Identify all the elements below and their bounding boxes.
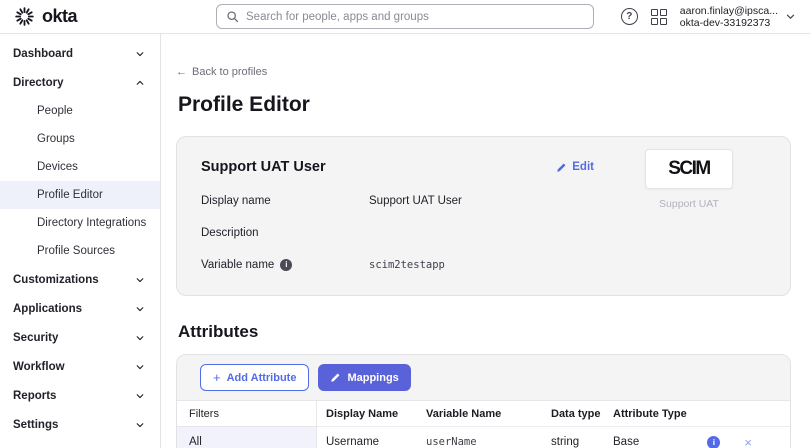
sidebar-item-dashboard[interactable]: Dashboard xyxy=(0,39,160,68)
attribute-info-icon[interactable]: i xyxy=(707,436,720,448)
scim-app-logo: SCIM xyxy=(645,149,733,189)
back-to-profiles-link[interactable]: ← Back to profiles xyxy=(176,66,267,78)
table-row: Username userName string Base i × xyxy=(317,427,790,448)
sidebar-item-reports[interactable]: Reports xyxy=(0,381,160,410)
profile-card: Support UAT User Edit Display name Suppo… xyxy=(176,136,791,296)
field-variable-name: Variable name i scim2testapp xyxy=(201,258,594,271)
sidebar-item-groups[interactable]: Groups xyxy=(0,125,160,153)
okta-wordmark: okta xyxy=(42,6,77,27)
filter-all[interactable]: All xyxy=(177,427,316,448)
sidebar-item-directory[interactable]: Directory xyxy=(0,68,160,97)
attributes-title: Attributes xyxy=(178,322,791,342)
field-value: scim2testapp xyxy=(369,259,445,271)
account-menu[interactable]: aaron.finlay@ipsca... okta-dev-33192373 xyxy=(680,5,796,29)
back-arrow-icon: ← xyxy=(176,66,187,78)
add-attribute-button[interactable]: + Add Attribute xyxy=(200,364,309,391)
cell-data-type: string xyxy=(551,436,613,448)
main-content: ← Back to profiles Profile Editor Suppor… xyxy=(161,34,810,448)
sidebar-item-settings[interactable]: Settings xyxy=(0,410,160,439)
sidebar-item-applications[interactable]: Applications xyxy=(0,294,160,323)
attributes-toolbar: + Add Attribute Mappings xyxy=(177,355,790,401)
chevron-up-icon xyxy=(135,78,145,88)
help-icon[interactable]: ? xyxy=(621,8,638,25)
account-email: aaron.finlay@ipsca... xyxy=(680,5,778,17)
chevron-down-icon xyxy=(135,391,145,401)
column-header-data-type: Data type xyxy=(551,408,613,420)
filters-column: Filters All Base Custom xyxy=(177,401,317,448)
search-bar[interactable] xyxy=(216,4,594,29)
sidebar-item-profile-editor[interactable]: Profile Editor xyxy=(0,181,160,209)
sidebar-item-profile-sources[interactable]: Profile Sources xyxy=(0,237,160,265)
sidebar-item-customizations[interactable]: Customizations xyxy=(0,265,160,294)
profile-name: Support UAT User xyxy=(201,159,326,175)
column-header-attribute-type: Attribute Type xyxy=(613,408,699,420)
search-input[interactable] xyxy=(246,11,584,23)
cell-attribute-type: Base xyxy=(613,436,699,448)
sidebar-item-security[interactable]: Security xyxy=(0,323,160,352)
sidebar-item-people[interactable]: People xyxy=(0,97,160,125)
column-header-variable-name: Variable Name xyxy=(426,408,551,420)
plus-icon: + xyxy=(213,371,221,384)
okta-logo[interactable]: okta xyxy=(14,6,77,27)
mappings-button[interactable]: Mappings xyxy=(318,364,410,391)
table-header-row: Display Name Variable Name Data type Att… xyxy=(317,401,790,427)
scim-logo-text: SCIM xyxy=(668,158,710,180)
filters-title: Filters xyxy=(177,401,316,427)
field-value: Support UAT User xyxy=(369,195,462,207)
edit-button[interactable]: Edit xyxy=(556,161,594,173)
chevron-down-icon xyxy=(785,11,796,22)
chevron-down-icon xyxy=(135,49,145,59)
mappings-icon xyxy=(330,372,341,383)
chevron-down-icon xyxy=(135,304,145,314)
sidebar: Dashboard Directory People Groups Device… xyxy=(0,34,161,448)
sidebar-item-directory-integrations[interactable]: Directory Integrations xyxy=(0,209,160,237)
search-icon xyxy=(226,10,239,23)
field-label: Display name xyxy=(201,195,369,207)
account-org: okta-dev-33192373 xyxy=(680,17,778,29)
field-label: Variable name xyxy=(201,259,274,271)
chevron-down-icon xyxy=(135,362,145,372)
topbar: okta ? aaron.finlay@ipsca... okta-dev-33… xyxy=(0,0,810,34)
attributes-table: Display Name Variable Name Data type Att… xyxy=(317,401,790,448)
field-label: Description xyxy=(201,227,369,239)
cell-display-name: Username xyxy=(317,436,426,448)
okta-sunburst-icon xyxy=(14,6,35,27)
sidebar-item-workflow[interactable]: Workflow xyxy=(0,352,160,381)
apps-grid-icon[interactable] xyxy=(651,9,667,25)
info-icon[interactable]: i xyxy=(280,259,292,271)
cell-variable-name: userName xyxy=(426,436,551,448)
page-title: Profile Editor xyxy=(178,93,791,117)
chevron-down-icon xyxy=(135,420,145,430)
attributes-panel: + Add Attribute Mappings Filters All Bas… xyxy=(176,354,791,448)
chevron-down-icon xyxy=(135,333,145,343)
app-logo-caption: Support UAT xyxy=(659,198,719,210)
column-header-display-name: Display Name xyxy=(317,408,426,420)
field-description: Description xyxy=(201,226,594,239)
chevron-down-icon xyxy=(135,275,145,285)
field-display-name: Display name Support UAT User xyxy=(201,194,594,207)
edit-pencil-icon xyxy=(556,162,567,173)
delete-attribute-icon[interactable]: × xyxy=(744,436,752,448)
sidebar-item-devices[interactable]: Devices xyxy=(0,153,160,181)
